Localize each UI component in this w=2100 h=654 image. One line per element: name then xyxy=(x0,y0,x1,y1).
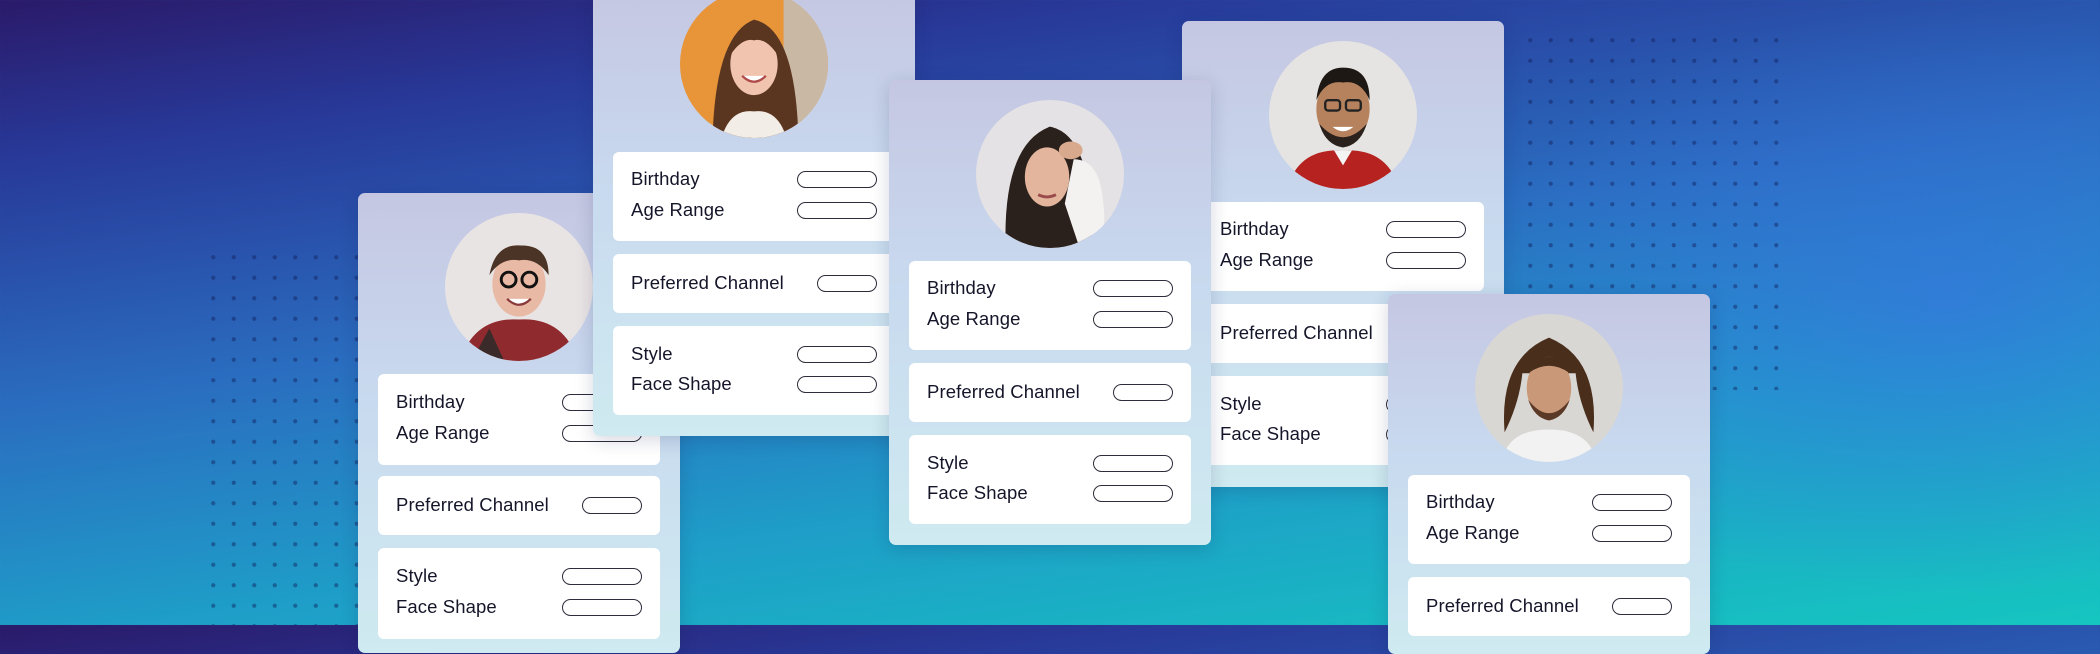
preferred-channel-label: Preferred Channel xyxy=(927,381,1080,402)
style-field[interactable] xyxy=(562,567,642,585)
preferred-channel-field[interactable] xyxy=(1612,597,1672,615)
profile-card-3[interactable]: Birthday Age Range Preferred Channel Sty… xyxy=(889,80,1211,545)
identity-box: Birthday Age Range xyxy=(613,152,895,241)
age-range-field[interactable] xyxy=(1592,524,1672,542)
profile-card-5[interactable]: Birthday Age Range Preferred Channel xyxy=(1388,294,1710,654)
style-label: Style xyxy=(927,452,969,473)
style-field[interactable] xyxy=(1093,454,1173,472)
man-with-glasses-avatar-icon xyxy=(1269,41,1417,189)
style-field[interactable] xyxy=(797,345,877,363)
style-label: Style xyxy=(396,565,438,586)
appearance-box: Style Face Shape xyxy=(909,435,1191,524)
dot-pattern-left xyxy=(203,247,368,625)
preferred-channel-label: Preferred Channel xyxy=(396,494,549,515)
preferred-channel-label: Preferred Channel xyxy=(1426,595,1579,616)
age-range-label: Age Range xyxy=(927,308,1021,329)
channel-box: Preferred Channel xyxy=(1408,577,1690,636)
age-range-field[interactable] xyxy=(1386,251,1466,269)
age-range-label: Age Range xyxy=(396,422,490,443)
face-shape-label: Face Shape xyxy=(1220,423,1321,444)
birthday-field[interactable] xyxy=(1592,493,1672,511)
preferred-channel-field[interactable] xyxy=(817,274,877,292)
identity-box: Birthday Age Range xyxy=(1408,475,1690,564)
woman-with-glasses-avatar-icon xyxy=(445,213,593,361)
preferred-channel-label: Preferred Channel xyxy=(1220,322,1373,343)
birthday-label: Birthday xyxy=(396,391,465,412)
face-shape-field[interactable] xyxy=(562,598,642,616)
birthday-field[interactable] xyxy=(797,170,877,188)
age-range-label: Age Range xyxy=(1220,249,1314,270)
identity-box: Birthday Age Range xyxy=(909,261,1191,350)
birthday-field[interactable] xyxy=(1093,279,1173,297)
face-shape-label: Face Shape xyxy=(396,596,497,617)
preferred-channel-field[interactable] xyxy=(582,496,642,514)
style-label: Style xyxy=(1220,393,1262,414)
avatar xyxy=(976,100,1124,248)
channel-box: Preferred Channel xyxy=(613,254,895,313)
profile-card-2[interactable]: Birthday Age Range Preferred Channel Sty… xyxy=(593,0,915,436)
birthday-label: Birthday xyxy=(1426,491,1495,512)
appearance-box: Style Face Shape xyxy=(613,326,895,415)
style-label: Style xyxy=(631,343,673,364)
face-shape-label: Face Shape xyxy=(631,373,732,394)
preferred-channel-label: Preferred Channel xyxy=(631,272,784,293)
avatar xyxy=(445,213,593,361)
birthday-label: Birthday xyxy=(927,277,996,298)
preferred-channel-field[interactable] xyxy=(1113,383,1173,401)
appearance-box: Style Face Shape xyxy=(378,548,660,639)
avatar xyxy=(1269,41,1417,189)
channel-box: Preferred Channel xyxy=(378,476,660,535)
face-shape-label: Face Shape xyxy=(927,482,1028,503)
channel-box: Preferred Channel xyxy=(909,363,1191,422)
age-range-label: Age Range xyxy=(1426,522,1520,543)
age-range-field[interactable] xyxy=(797,201,877,219)
identity-box: Birthday Age Range xyxy=(1202,202,1484,291)
smiling-woman-avatar-icon xyxy=(680,0,828,138)
age-range-label: Age Range xyxy=(631,199,725,220)
age-range-field[interactable] xyxy=(1093,310,1173,328)
birthday-label: Birthday xyxy=(631,168,700,189)
birthday-field[interactable] xyxy=(1386,220,1466,238)
face-shape-field[interactable] xyxy=(1093,484,1173,502)
birthday-label: Birthday xyxy=(1220,218,1289,239)
face-shape-field[interactable] xyxy=(797,375,877,393)
woman-hand-in-hair-avatar-icon xyxy=(976,100,1124,248)
avatar xyxy=(1475,314,1623,462)
man-with-dreadlocks-avatar-icon xyxy=(1475,314,1623,462)
avatar xyxy=(680,0,828,138)
